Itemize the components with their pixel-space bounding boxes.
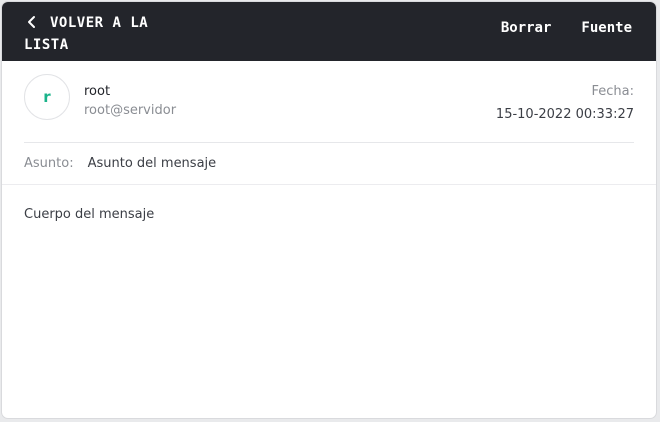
delete-button[interactable]: Borrar [501, 20, 552, 36]
back-to-list-label: Volver a la Lista [24, 12, 170, 56]
sender-name: root [84, 84, 111, 99]
divider [2, 184, 656, 185]
message-header: r root root@servidor Fecha: 15-10-2022 0… [24, 62, 634, 143]
chevron-left-icon [28, 16, 35, 28]
subject-row: Asunto: Asunto del mensaje [24, 143, 656, 184]
sender-email: root@servidor [84, 103, 177, 118]
date-label: Fecha: [591, 84, 635, 99]
message-card: Volver a la Lista Borrar Fuente r root r… [1, 1, 657, 419]
avatar: r [24, 74, 70, 120]
back-label-line-1: Volver a la [50, 15, 149, 31]
message-actions: Borrar Fuente [501, 20, 632, 36]
back-to-list-button[interactable]: Volver a la Lista [24, 12, 184, 56]
source-button[interactable]: Fuente [581, 20, 632, 36]
message-body: Cuerpo del mensaje [24, 207, 155, 222]
date-value: 15-10-2022 00:33:27 [495, 107, 634, 122]
subject-text: Asunto del mensaje [87, 156, 217, 171]
back-label-line-2: Lista [24, 37, 69, 53]
top-bar: Volver a la Lista Borrar Fuente [2, 2, 656, 61]
subject-label: Asunto: [24, 156, 74, 171]
